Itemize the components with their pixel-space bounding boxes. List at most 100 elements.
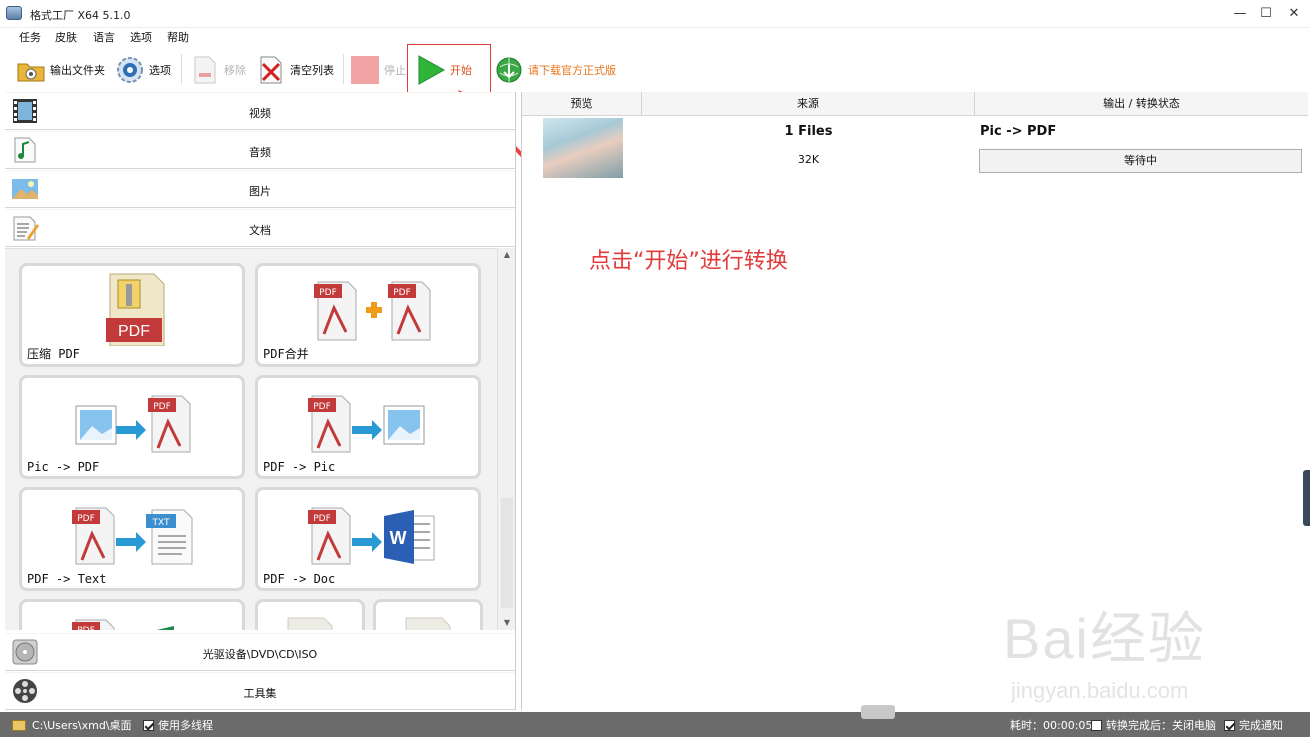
tile-pdf-to-text[interactable]: PDF TXT PDF -> Text [19, 487, 245, 591]
menu-skin[interactable]: 皮肤 [55, 29, 77, 45]
left-panel: 视频 音频 图片 文档 PDF 压缩 PDF PDF PDF PDF合并 PDF… [3, 92, 516, 710]
stop-icon [350, 55, 380, 85]
output-folder-button[interactable]: 输出文件夹 [16, 52, 105, 88]
baidu-jingyan-watermark: Bai经验 jingyan.baidu.com [1003, 594, 1253, 714]
pdf-to-excel-icon: PDF [72, 619, 174, 630]
menu-help[interactable]: 帮助 [167, 29, 189, 45]
category-audio-label: 音频 [249, 146, 271, 159]
tile-pdf-to-pic-label: PDF -> Pic [263, 460, 336, 474]
category-tools[interactable]: 工具集 [5, 672, 515, 710]
pic-to-pdf-icon: PDF [75, 395, 191, 453]
pdf-badge: PDF [77, 514, 95, 524]
after-done-checkbox[interactable]: 转换完成后：关闭电脑 [1091, 717, 1216, 733]
remove-label: 移除 [224, 64, 246, 77]
tile-unknown-a[interactable] [255, 599, 365, 630]
app-logo-icon [6, 6, 22, 20]
menu-language[interactable]: 语言 [93, 29, 115, 45]
menu-options[interactable]: 选项 [130, 29, 152, 45]
side-edge-tab [1303, 470, 1310, 526]
source-file-size: 32K [797, 153, 820, 166]
tile-pic-to-pdf[interactable]: PDF Pic -> PDF [19, 375, 245, 479]
download-official-link[interactable]: 请下载官方正式版 [494, 52, 616, 88]
minimize-button[interactable]: — [1226, 4, 1254, 24]
stop-button[interactable]: 停止 [350, 52, 406, 88]
pdf-merge-icon: PDF PDF [314, 281, 431, 341]
scroll-up-arrow-icon[interactable]: ▲ [498, 248, 516, 262]
pdf-badge: PDF [393, 288, 411, 298]
category-image[interactable]: 图片 [5, 170, 515, 208]
category-optical-label: 光驱设备\DVD\CD\ISO [202, 648, 318, 661]
category-document-label: 文档 [249, 224, 271, 237]
category-optical[interactable]: 光驱设备\DVD\CD\ISO [5, 633, 515, 671]
column-preview[interactable]: 预览 [522, 92, 642, 116]
splitter-grip[interactable] [861, 705, 895, 719]
column-output-status[interactable]: 输出 / 转换状态 [975, 92, 1308, 116]
menu-task[interactable]: 任务 [19, 29, 41, 45]
category-audio[interactable]: 音频 [5, 131, 515, 169]
clear-list-button[interactable]: 清空列表 [256, 52, 334, 88]
maximize-button[interactable]: ☐ [1252, 4, 1280, 24]
after-done-label: 转换完成后：关闭电脑 [1106, 719, 1216, 732]
multithread-checkbox[interactable]: 使用多线程 [143, 717, 213, 733]
download-official-label: 请下载官方正式版 [528, 64, 616, 77]
tile-unknown-b[interactable] [373, 599, 483, 630]
tile-compress-pdf[interactable]: PDF 压缩 PDF [19, 263, 245, 367]
category-tools-label: 工具集 [243, 687, 277, 700]
remove-doc-icon [190, 55, 220, 85]
pdf-badge: PDF [313, 514, 331, 524]
elapsed-time: 耗时：00:00:05 [1010, 717, 1092, 733]
category-video[interactable]: 视频 [5, 92, 515, 130]
tile-pdf-to-pic[interactable]: PDF PDF -> Pic [255, 375, 481, 479]
pdf-to-doc-icon: PDF W [308, 507, 435, 565]
tile-pic-to-pdf-label: Pic -> PDF [27, 460, 100, 474]
source-file-count: 1 Files [784, 124, 833, 139]
menu-bar: 任务 皮肤 语言 选项 帮助 [0, 28, 1310, 46]
notify-checkbox[interactable]: 完成通知 [1224, 717, 1283, 733]
multithread-label: 使用多线程 [158, 719, 213, 732]
pdf-badge: PDF [153, 402, 171, 412]
pdf-to-text-icon: PDF TXT [72, 507, 193, 565]
pdf-badge: PDF [313, 402, 331, 412]
scroll-down-arrow-icon[interactable]: ▼ [498, 616, 516, 630]
pdf-to-pic-icon: PDF [308, 395, 425, 453]
watermark-url: jingyan.baidu.com [1011, 678, 1189, 703]
elapsed-time-label: 耗时：00:00:05 [1010, 719, 1093, 732]
stop-label: 停止 [384, 64, 406, 77]
tile-pdf-to-doc[interactable]: PDF W PDF -> Doc [255, 487, 481, 591]
document-tools-grid: PDF 压缩 PDF PDF PDF PDF合并 PDF Pic -> PDF … [5, 248, 497, 630]
tile-pdf-merge-label: PDF合并 [263, 347, 309, 361]
word-badge: W [390, 528, 407, 548]
checkbox-checked-icon [1224, 719, 1235, 731]
tile-scrollbar[interactable]: ▲ ▼ [497, 248, 515, 630]
remove-button[interactable]: 移除 [190, 52, 246, 88]
tile-pdf-to-excel[interactable]: PDF [19, 599, 245, 630]
preview-thumbnail[interactable] [543, 118, 623, 178]
toolbar: 输出文件夹 选项 移除 清空列表 停止 开始 请下载官方正式版 [0, 46, 1310, 92]
gear-icon [115, 55, 145, 85]
task-grid-header: 预览 来源 输出 / 转换状态 [522, 92, 1308, 116]
document-generic-icon [287, 617, 333, 630]
compress-pdf-icon: PDF [106, 273, 165, 346]
category-video-label: 视频 [249, 107, 271, 120]
close-button[interactable]: ✕ [1280, 4, 1308, 24]
title-bar: 格式工厂 X64 5.1.0 — ☐ ✕ [0, 0, 1310, 28]
scrollbar-thumb[interactable] [501, 498, 513, 608]
column-source[interactable]: 来源 [642, 92, 975, 116]
category-document[interactable]: 文档 [5, 209, 515, 247]
clear-list-icon [256, 55, 286, 85]
output-path-label: C:\Users\xmd\桌面 [32, 719, 132, 732]
options-button[interactable]: 选项 [115, 52, 171, 88]
checkbox-unchecked-icon [1091, 719, 1102, 731]
tile-pdf-merge[interactable]: PDF PDF PDF合并 [255, 263, 481, 367]
tile-pdf-to-text-label: PDF -> Text [27, 572, 107, 586]
conversion-status-button[interactable]: 等待中 [979, 149, 1302, 173]
pdf-badge: PDF [77, 626, 95, 630]
tile-compress-pdf-label: 压缩 PDF [27, 347, 80, 361]
start-instruction-annotation: 点击“开始”进行转换 [589, 249, 788, 274]
output-path[interactable]: C:\Users\xmd\桌面 [12, 717, 132, 733]
status-bar: C:\Users\xmd\桌面 使用多线程 耗时：00:00:05 转换完成后：… [0, 712, 1310, 737]
toolbar-separator [181, 54, 182, 84]
category-image-label: 图片 [249, 185, 271, 198]
document-generic-icon [405, 617, 451, 630]
globe-download-icon [494, 55, 524, 85]
